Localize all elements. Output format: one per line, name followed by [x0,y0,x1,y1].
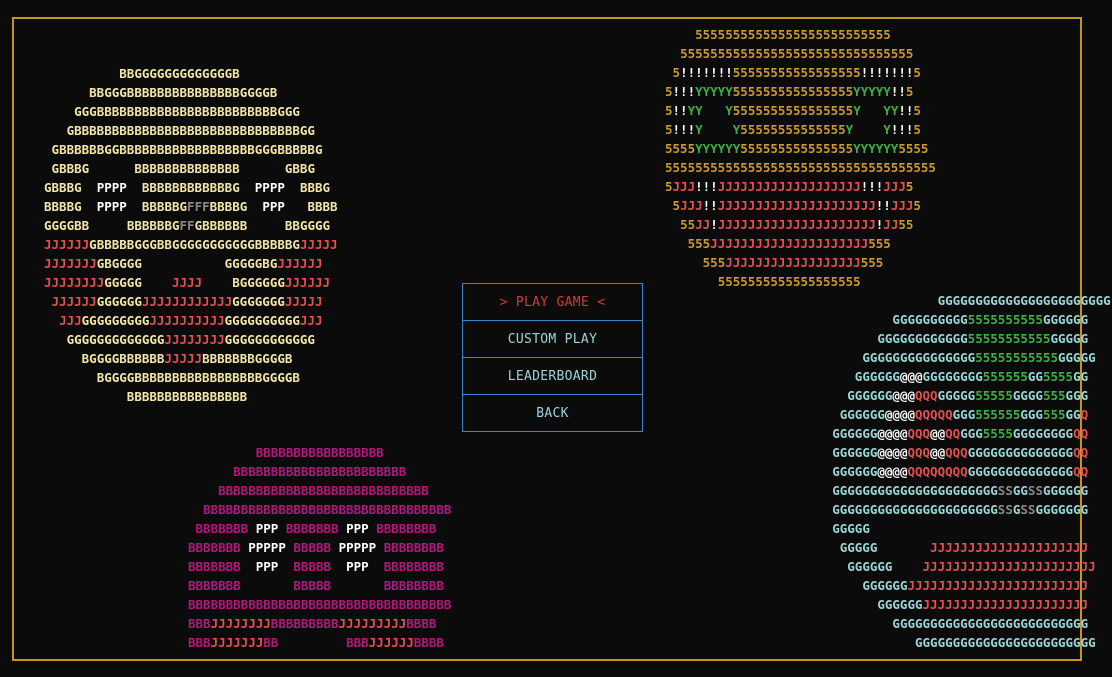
menu-item-label: LEADERBOARD [507,368,598,384]
ascii-art-line: BBBBBBBBBBBBBBBBBBBBBBBBBBBB [218,483,429,498]
ascii-art-line: BBBBBBBBBBBBBBBBBBBBBBBBBBBBBBBBB [203,502,452,517]
ascii-art-line: BBBJJJJJJJBB BBBJJJJJJBBBB [188,635,444,650]
ascii-art-line: GGGGGGGGGGGGGGG55555555555GGGGG [862,350,1096,365]
ascii-art-line: 5JJJ!!!JJJJJJJJJJJJJJJJJJJ!!!JJJ5 [665,179,914,194]
ascii-art-line: BBBBBBB PPP BBBBBBB PPP BBBBBBBB [195,521,437,536]
ascii-art-line: GGGGGG@@@@QQQQQGGG555555GGG555GGQ [839,407,1089,422]
main-menu: > PLAY GAME < CUSTOM PLAY LEADERBOARD BA… [462,283,643,432]
ascii-art-line: 5555555555555555555 [717,274,861,289]
ascii-art-line: 555555555555555555555555555555555555 [665,160,936,175]
ascii-art-line: JJJJJJJGBGGGG GGGGGBGJJJJJJ [44,256,323,271]
ascii-art-line: GGGGGGGGGGGGGGGGGGGGGGG [937,293,1111,308]
ascii-art-line: GGGGGGGGGGGGGGGGGGGGGGSSGSSGGGGGGG [832,502,1089,517]
ascii-art-line: GGGGGGGGGGGG55555555555GGGGG [877,331,1089,346]
ascii-art-line: 555JJJJJJJJJJJJJJJJJJJJJ555 [687,236,891,251]
ascii-art-line: GGGGGG@@@@QQQ@@QQQGGGGGGGGGGGGGGQQ [832,445,1089,460]
ascii-art-line: GGGGBB BBBBBBGFFGBBBBBB BBGGGG [44,218,331,233]
ascii-art-line: GGGGGG@@@QQQGGGGG55555GGGG555GGG [847,388,1089,403]
ascii-art-line: BBBJJJJJJJJBBBBBBBBBJJJJJJJJJBBBB [188,616,437,631]
ascii-art-line: 5!!YY Y5555555555555555Y YY!!5 [665,103,921,118]
ascii-art-line: GBBBBBBBBBBBBBBBBBBBBBBBBBBBBBBGG [66,123,315,138]
ascii-art-line: BBBBBBB PPP BBBBB PPP BBBBBBBB [188,559,444,574]
menu-item-play-game[interactable]: > PLAY GAME < [462,283,643,321]
ascii-art-line: GGGGGG@@@@QQQQQQQQGGGGGGGGGGGGGGQQ [832,464,1089,479]
ascii-art-line: 5555555555555555555555555555555 [680,46,914,61]
ascii-art-line: GGGGGGJJJJJJJJJJJJJJJJJJJJJJJJ [862,578,1089,593]
ascii-face-bottom-center: BBBBBBBBBBBBBBBBB BBBBBBBBBBBBBBBBBBBBBB… [188,443,451,652]
ascii-art-line: BBBBBBBBBBBBBBBBBBBBBBBBBBBBBBBBBBB [188,597,452,612]
menu-item-back[interactable]: BACK [462,394,643,432]
ascii-art-line: BBGGGBBBBBBBBBBBBBBBGGGGB [89,85,278,100]
ascii-art-line: GGGGGG JJJJJJJJJJJJJJJJJJJJJJJ [847,559,1096,574]
ascii-art-line: BBGGGGGGGGGGGGGB [119,66,240,81]
ascii-art-line: 555JJJJJJJJJJJJJJJJJJ555 [702,255,884,270]
ascii-art-line: 5!!!YYYYY5555555555555555YYYYY!!5 [665,84,914,99]
ascii-art-line: JJJJJJGGGGGGJJJJJJJJJJJJGGGGGGGJJJJJ [51,294,323,309]
ascii-art-line: 5555YYYYYY555555555555555YYYYYY5555 [665,141,929,156]
menu-item-label: > PLAY GAME < [499,294,606,310]
ascii-art-line: BBBBBBB PPPPP BBBBB PPPPP BBBBBBBB [188,540,444,555]
ascii-face-top-right: 55555555555555555555555555 5555555555555… [665,25,936,291]
menu-item-leaderboard[interactable]: LEADERBOARD [462,357,643,395]
ascii-art-line: BGGGGBBBBBBJJJJJBBBBBBBGGGGB [81,351,293,366]
ascii-art-line: GGGGGGJJJJJJJJJJJJJJJJJJJJJJ [877,597,1089,612]
ascii-art-line: GGGGGGGGGGGGGGGGGGGGGGGG [915,635,1096,650]
ascii-art-line: 55555555555555555555555555 [695,27,891,42]
menu-item-label: CUSTOM PLAY [507,331,598,347]
ascii-art-line: GGGGGGGGGG5555555555GGGGGG [892,312,1089,327]
ascii-art-line: JJJJJJJJGGGGG JJJJ BGGGGGGJJJJJJ [44,275,331,290]
menu-item-label: BACK [536,405,569,421]
ascii-art-line: GGGGGG@@@GGGGGGGG555555GG5555GG [854,369,1089,384]
ascii-art-line: BBBBBBBBBBBBBBBBB [255,445,384,460]
ascii-art-line: GGGGGGGGGGGGGGGGGGGGGGGGGG [892,616,1089,631]
ascii-art-line: 5!!!!!!!55555555555555555!!!!!!!5 [672,65,921,80]
ascii-art-line: BBBBBBBBBBBBBBBBBBBBBBB [233,464,407,479]
ascii-face-top-left: BBGGGGGGGGGGGGGB BBGGGBBBBBBBBBBBBBBBGGG… [44,64,338,406]
ascii-art-line: BGGGGBBBBBBBBBBBBBBBBBGGGGB [96,370,300,385]
ascii-art-line: GGGGG [832,521,870,536]
ascii-art-line: GGGGGGGGGGGGGJJJJJJJJGGGGGGGGGGGG [66,332,315,347]
ascii-art-line: JJJGGGGGGGGGJJJJJJJJJJGGGGGGGGGGJJJ [59,313,323,328]
ascii-art-line: GGGGG JJJJJJJJJJJJJJJJJJJJJ [839,540,1089,555]
ascii-art-line: 55JJ!JJJJJJJJJJJJJJJJJJJJJ!JJ55 [680,217,914,232]
ascii-art-line: BBBBBBB BBBBB BBBBBBBB [188,578,444,593]
ascii-art-line: BBBBG PPPP BBBBBGFFFBBBBG PPP BBBB [44,199,338,214]
ascii-art-line: 5JJJ!!JJJJJJJJJJJJJJJJJJJJJ!!JJJ5 [672,198,921,213]
menu-item-custom-play[interactable]: CUSTOM PLAY [462,320,643,358]
ascii-art-line: 5!!!Y Y55555555555555Y Y!!!5 [665,122,921,137]
ascii-face-bottom-right: GGGGGGGGGGGGGGGGGGGGGGG GGGGGGGGGG555555… [772,291,1111,652]
ascii-art-line: JJJJJJGBBBBBGGGBBGGGGGGGGGGGBBBBBGJJJJJ [44,237,338,252]
ascii-art-line: GGGGGG@@@@QQQ@@QQGGG5555GGGGGGGGQQ [832,426,1089,441]
ascii-art-line: BBBBBBBBBBBBBBBB [126,389,248,404]
ascii-art-line: GGGGGGGGGGGGGGGGGGGGGGSSGGSSGGGGGG [832,483,1089,498]
ascii-art-line: GBBBBBBGGBBBBBBBBBBBBBBBBBBGGGBBBBBG [51,142,323,157]
ascii-art-line: GBBBG PPPP BBBBBBBBBBBBG PPPP BBBG [44,180,331,195]
ascii-art-line: GGGBBBBBBBBBBBBBBBBBBBBBBBBGGG [74,104,300,119]
ascii-art-line: GBBBG BBBBBBBBBBBBBB GBBG [51,161,315,176]
